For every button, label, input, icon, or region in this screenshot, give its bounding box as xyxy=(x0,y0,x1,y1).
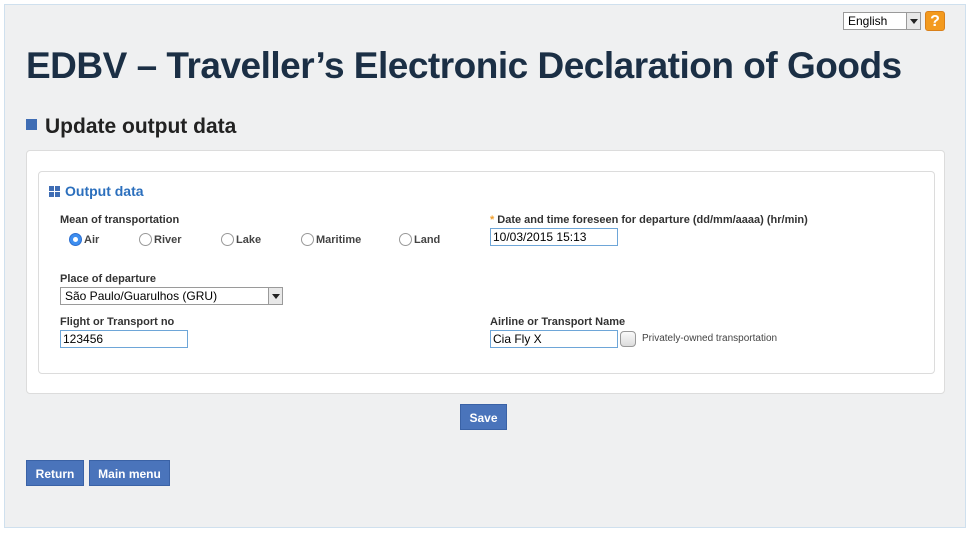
form-panel: Output data Mean of transportation Air R… xyxy=(26,150,945,394)
radio-option-river[interactable]: River xyxy=(139,233,182,246)
fieldset-title: Output data xyxy=(49,183,144,199)
place-of-departure-label: Place of departure xyxy=(60,273,156,285)
radio-label: River xyxy=(154,234,182,246)
page-title: EDBV – Traveller’s Electronic Declaratio… xyxy=(26,45,902,86)
radio-button[interactable] xyxy=(301,233,314,246)
flight-no-label: Flight or Transport no xyxy=(60,316,175,328)
private-transport-label: Privately-owned transportation xyxy=(642,333,778,344)
airline-input[interactable]: Cia Fly X xyxy=(490,330,618,348)
radio-button[interactable] xyxy=(69,233,82,246)
radio-label: Maritime xyxy=(316,234,362,246)
flight-no-input[interactable]: 123456 xyxy=(60,330,188,348)
radio-label: Air xyxy=(84,234,100,246)
airline-label: Airline or Transport Name xyxy=(490,316,626,328)
save-button[interactable]: Save xyxy=(460,404,507,430)
radio-option-maritime[interactable]: Maritime xyxy=(301,233,361,246)
private-transport-checkbox[interactable] xyxy=(620,331,636,347)
language-select-value: English xyxy=(848,14,888,28)
transport-label: Mean of transportation xyxy=(60,214,180,226)
departure-datetime-input[interactable]: 10/03/2015 15:13 xyxy=(490,228,618,246)
language-select[interactable]: English xyxy=(843,12,921,30)
radio-option-lake[interactable]: Lake xyxy=(221,233,261,246)
radio-button[interactable] xyxy=(221,233,234,246)
chevron-down-icon xyxy=(268,288,282,304)
departure-datetime-label: * Date and time foreseen for departure (d… xyxy=(490,214,808,226)
radio-label: Land xyxy=(414,234,441,246)
section-title-text: Update output data xyxy=(45,115,237,138)
fieldset-title-text: Output data xyxy=(65,183,144,199)
place-of-departure-select[interactable]: São Paulo/Guarulhos (GRU) xyxy=(60,287,283,305)
section-title: Update output data xyxy=(26,115,236,139)
radio-button[interactable] xyxy=(139,233,152,246)
radio-option-land[interactable]: Land xyxy=(399,233,440,246)
required-asterisk-icon: * xyxy=(490,214,495,226)
chevron-down-icon xyxy=(906,13,920,29)
departure-datetime-label-text: Date and time foreseen for departure (dd… xyxy=(497,214,808,226)
page-background: English ? EDBV – Traveller’s Electronic … xyxy=(4,4,966,528)
output-data-fieldset: Output data Mean of transportation Air R… xyxy=(38,171,935,374)
main-menu-button[interactable]: Main menu xyxy=(89,460,170,486)
return-button[interactable]: Return xyxy=(26,460,84,486)
radio-option-air[interactable]: Air xyxy=(69,233,99,246)
square-bullet-icon xyxy=(26,119,37,130)
radio-button[interactable] xyxy=(399,233,412,246)
place-of-departure-value: São Paulo/Guarulhos (GRU) xyxy=(65,289,218,303)
grid-icon xyxy=(49,186,60,197)
radio-label: Lake xyxy=(236,234,262,246)
help-icon[interactable]: ? xyxy=(925,11,945,31)
